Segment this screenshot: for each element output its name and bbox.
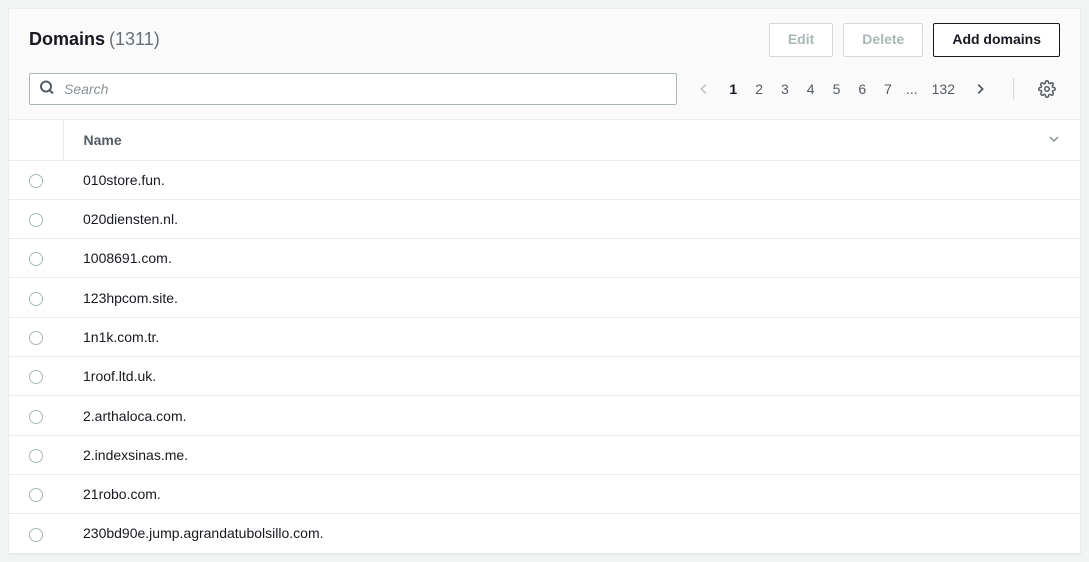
sort-icon: [1048, 132, 1060, 148]
row-select-radio[interactable]: [29, 252, 43, 266]
page-5[interactable]: 5: [827, 77, 847, 101]
table-row[interactable]: 010store.fun.: [9, 160, 1080, 199]
domain-name-cell: 1roof.ltd.uk.: [63, 357, 1080, 396]
row-select-cell: [9, 199, 63, 238]
row-select-cell: [9, 396, 63, 435]
table-row[interactable]: 020diensten.nl.: [9, 199, 1080, 238]
row-select-radio[interactable]: [29, 449, 43, 463]
pagination: 1 2 3 4 5 6 7 ... 132: [691, 77, 993, 101]
row-select-cell: [9, 239, 63, 278]
edit-button[interactable]: Edit: [769, 23, 833, 57]
domain-name-cell: 2.indexsinas.me.: [63, 435, 1080, 474]
domain-name-cell: 2.arthaloca.com.: [63, 396, 1080, 435]
prev-page-button[interactable]: [691, 78, 717, 100]
row-select-radio[interactable]: [29, 488, 43, 502]
panel-header: Domains (1311) Edit Delete Add domains: [9, 9, 1080, 67]
page-2[interactable]: 2: [749, 77, 769, 101]
table-row[interactable]: 230bd90e.jump.agrandatubolsillo.com.: [9, 514, 1080, 553]
add-domains-button[interactable]: Add domains: [933, 23, 1060, 57]
chevron-left-icon: [697, 82, 711, 96]
domain-name-cell: 21robo.com.: [63, 474, 1080, 513]
domain-name-cell: 010store.fun.: [63, 160, 1080, 199]
page-1[interactable]: 1: [723, 77, 743, 101]
table-row[interactable]: 1roof.ltd.uk.: [9, 357, 1080, 396]
row-select-cell: [9, 357, 63, 396]
page-4[interactable]: 4: [801, 77, 821, 101]
row-select-cell: [9, 160, 63, 199]
domains-panel: Domains (1311) Edit Delete Add domains: [8, 8, 1081, 554]
domain-name-cell: 1n1k.com.tr.: [63, 317, 1080, 356]
domain-name-cell: 020diensten.nl.: [63, 199, 1080, 238]
page-ellipsis: ...: [904, 77, 920, 101]
table-row[interactable]: 2.arthaloca.com.: [9, 396, 1080, 435]
gear-icon: [1038, 80, 1056, 98]
row-select-cell: [9, 514, 63, 553]
page-6[interactable]: 6: [852, 77, 872, 101]
domains-table: Name 010store.fun.020diensten.nl.1008691…: [9, 120, 1080, 553]
table-row[interactable]: 1008691.com.: [9, 239, 1080, 278]
domains-count: (1311): [109, 29, 160, 50]
row-select-radio[interactable]: [29, 410, 43, 424]
search-input[interactable]: [29, 73, 677, 105]
domain-name-cell: 230bd90e.jump.agrandatubolsillo.com.: [63, 514, 1080, 553]
domain-name-cell: 123hpcom.site.: [63, 278, 1080, 317]
delete-button[interactable]: Delete: [843, 23, 923, 57]
search-wrap: [29, 73, 677, 105]
domain-name-cell: 1008691.com.: [63, 239, 1080, 278]
row-select-radio[interactable]: [29, 528, 43, 542]
table-row[interactable]: 21robo.com.: [9, 474, 1080, 513]
title-wrap: Domains (1311): [29, 29, 160, 50]
row-select-cell: [9, 435, 63, 474]
name-column-header[interactable]: Name: [63, 120, 1080, 161]
row-select-cell: [9, 474, 63, 513]
toolbar: 1 2 3 4 5 6 7 ... 132: [9, 67, 1080, 120]
row-select-radio[interactable]: [29, 174, 43, 188]
table-row[interactable]: 1n1k.com.tr.: [9, 317, 1080, 356]
row-select-cell: [9, 278, 63, 317]
header-actions: Edit Delete Add domains: [769, 23, 1060, 57]
page-3[interactable]: 3: [775, 77, 795, 101]
row-select-radio[interactable]: [29, 370, 43, 384]
table-row[interactable]: 2.indexsinas.me.: [9, 435, 1080, 474]
row-select-radio[interactable]: [29, 331, 43, 345]
row-select-cell: [9, 317, 63, 356]
name-column-label: Name: [84, 132, 122, 148]
page-7[interactable]: 7: [878, 77, 898, 101]
next-page-button[interactable]: [967, 78, 993, 100]
toolbar-divider: [1013, 78, 1014, 100]
row-select-radio[interactable]: [29, 292, 43, 306]
chevron-right-icon: [973, 82, 987, 96]
row-select-radio[interactable]: [29, 213, 43, 227]
page-title: Domains: [29, 29, 105, 50]
settings-button[interactable]: [1034, 76, 1060, 102]
page-last[interactable]: 132: [926, 77, 961, 101]
select-column-header: [9, 120, 63, 161]
table-row[interactable]: 123hpcom.site.: [9, 278, 1080, 317]
